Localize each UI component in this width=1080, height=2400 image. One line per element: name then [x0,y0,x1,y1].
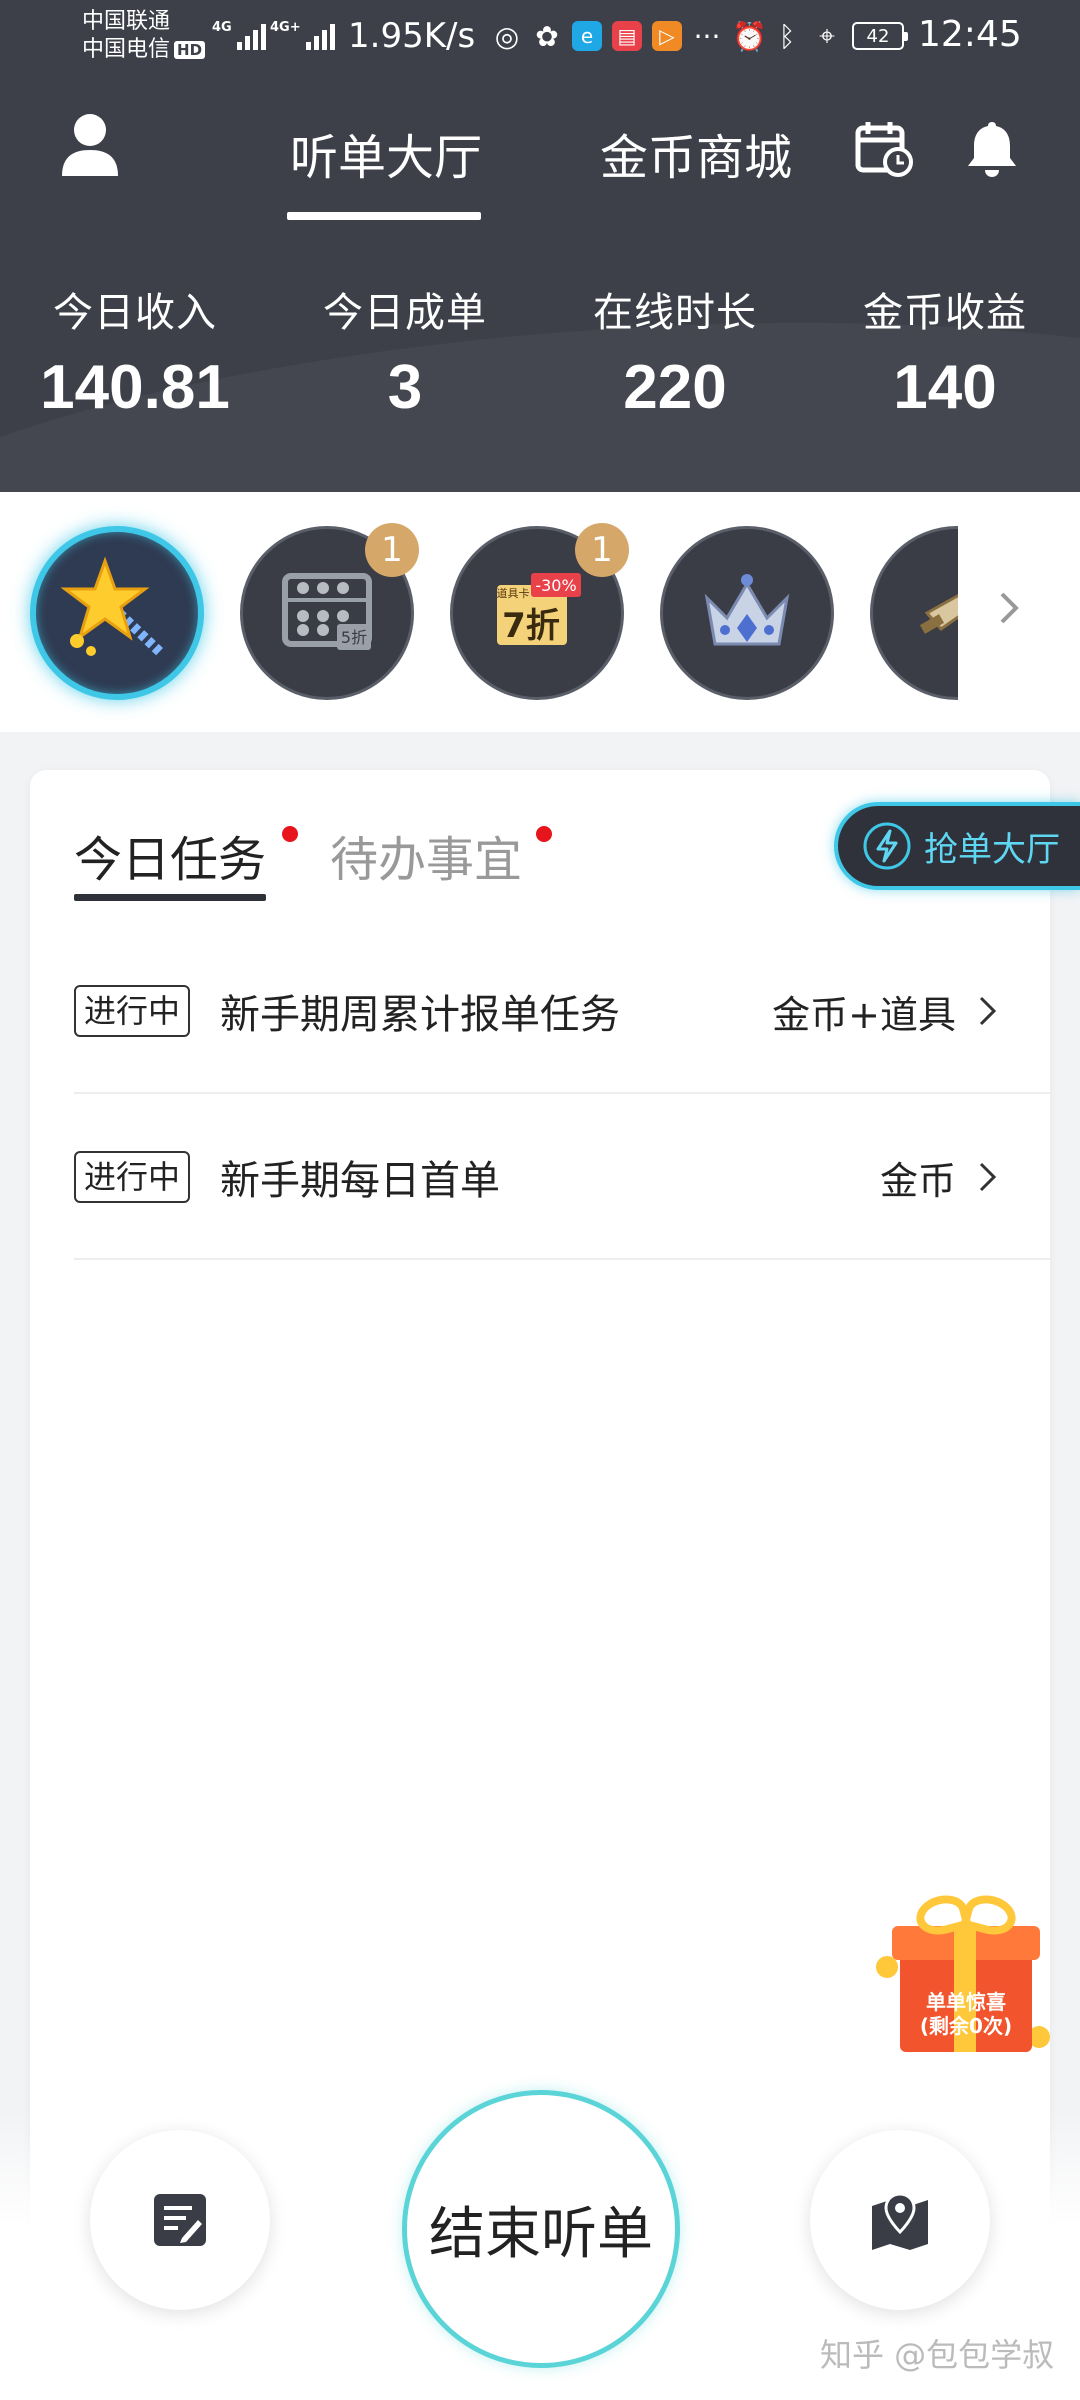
battery-icon: 42 [852,22,908,50]
map-button[interactable] [810,2130,990,2310]
end-listening-label: 结束听单 [429,2201,653,2267]
wechat-icon: ✿ [535,19,559,53]
stat-orders: 今日成单 3 [270,280,540,423]
grab-order-label: 抢单大厅 [924,829,1060,870]
tab-coin-mall[interactable]: 金币商城 [600,118,792,188]
task-tab-indicator [74,894,266,901]
task-row[interactable]: 进行中 新手期周累计报单任务 金币+道具 [74,930,1050,1094]
item-badge: 1 [575,523,629,577]
tab-todo[interactable]: 待办事宜 [330,820,522,890]
carrier-2: 中国电信 [82,37,171,62]
task-title: 新手期周累计报单任务 [220,992,621,1038]
map-pin-icon [872,2192,928,2250]
task-reward: 金币 [879,1158,956,1203]
gift-line-1: 单单惊喜 [926,1990,1006,2014]
item-magic-wand[interactable] [30,526,204,700]
status-badge: 进行中 [74,1151,191,1203]
status-bar: 中国联通 中国电信 HD 4G 4G+ 1.95K/s ◎ ✿ e ▤ ▷ ···… [0,0,1080,74]
signal-icon: 4G [212,20,266,50]
network-speed: 1.95K/s [348,16,476,56]
more-icon: ··· [693,19,721,53]
stat-label: 今日成单 [323,290,487,336]
net-tag-1: 4G [212,20,232,35]
grab-order-hall-button[interactable]: 抢单大厅 [834,802,1080,890]
lightning-icon [863,822,911,870]
item-badge: 1 [365,523,419,577]
unread-dot [282,826,298,842]
gift-line-2: (剩余0次) [919,2014,1013,2038]
item-mini-label: 道具卡 [497,586,530,600]
stat-income: 今日收入 140.81 [0,280,270,423]
stat-online-time: 在线时长 220 [540,280,810,423]
unread-dot [536,826,552,842]
stat-value: 140 [893,353,997,422]
battery-level: 42 [866,25,890,47]
stat-value: 220 [623,353,727,422]
video-icon: ▷ [652,21,682,51]
item-caption: 7折 [502,606,560,646]
clock: 12:45 [918,14,1022,55]
stat-label: 今日收入 [53,290,217,336]
discount-card-icon: -30% 道具卡 7折 [497,573,581,646]
item-abacus-discount[interactable]: 5折 1 [240,523,419,700]
stat-value: 3 [387,353,423,422]
items-strip: 5折 1 -30% 道具卡 7折 1 [0,492,1080,732]
gift-label: 单单惊喜 (剩余0次) [902,1990,1030,2038]
end-listening-button[interactable]: 结束听单 [402,2090,680,2368]
tab-today-tasks[interactable]: 今日任务 [74,820,266,890]
chevron-right-icon[interactable] [994,588,1024,628]
edit-note-icon [154,2194,206,2246]
item-tag: -30% [535,576,576,595]
stat-label: 在线时长 [593,290,757,336]
item-crown[interactable] [660,526,834,700]
carrier-info: 中国联通 中国电信 HD [82,8,206,64]
chevron-right-icon [979,1162,997,1192]
alarm-icon: ⏰ [732,19,767,53]
bell-icon[interactable] [962,118,1022,178]
abacus-discount-icon: 5折 [282,573,372,650]
reader-icon: ▤ [612,21,642,51]
magic-wand-star-icon [60,556,165,657]
browser-icon: e [572,21,602,51]
netease-music-icon: ◎ [494,19,520,53]
stat-value: 140.81 [40,353,230,422]
net-tag-2: 4G+ [270,20,301,35]
task-row[interactable]: 进行中 新手期每日首单 金币 [74,1096,1050,1260]
hd-badge: HD [174,41,206,59]
carrier-1: 中国联通 [82,9,171,34]
item-discount-card[interactable]: -30% 道具卡 7折 1 [450,523,629,700]
status-icons: ◎ ✿ e ▤ ▷ ··· ⏰ ᛒ ⌖ 42 [492,16,908,56]
chevron-right-icon [979,996,997,1026]
status-badge: 进行中 [74,985,191,1037]
item-caption: 5折 [341,628,367,647]
signal-icon: 4G+ [270,20,335,50]
bluetooth-icon: ᛒ [778,19,796,53]
watermark: 知乎 @包包学叔 [820,2336,1055,2374]
profile-icon[interactable] [60,112,120,178]
crown-icon [704,574,790,646]
notes-button[interactable] [90,2130,270,2310]
location-icon: ⌖ [819,19,835,52]
calendar-clock-icon[interactable] [854,118,914,178]
surprise-gift-button[interactable]: 单单惊喜 (剩余0次) [872,1889,1052,2056]
task-title: 新手期每日首单 [220,1158,501,1204]
stat-coin-earnings: 金币收益 140 [810,280,1080,423]
task-reward: 金币+道具 [772,992,956,1037]
tab-active-indicator [287,212,481,220]
stats-row: 今日收入 140.81 今日成单 3 在线时长 220 金币收益 140 [0,280,1080,423]
stat-label: 金币收益 [863,290,1027,336]
header: 中国联通 中国电信 HD 4G 4G+ 1.95K/s ◎ ✿ e ▤ ▷ ···… [0,0,1080,492]
tab-order-hall[interactable]: 听单大厅 [290,118,482,188]
